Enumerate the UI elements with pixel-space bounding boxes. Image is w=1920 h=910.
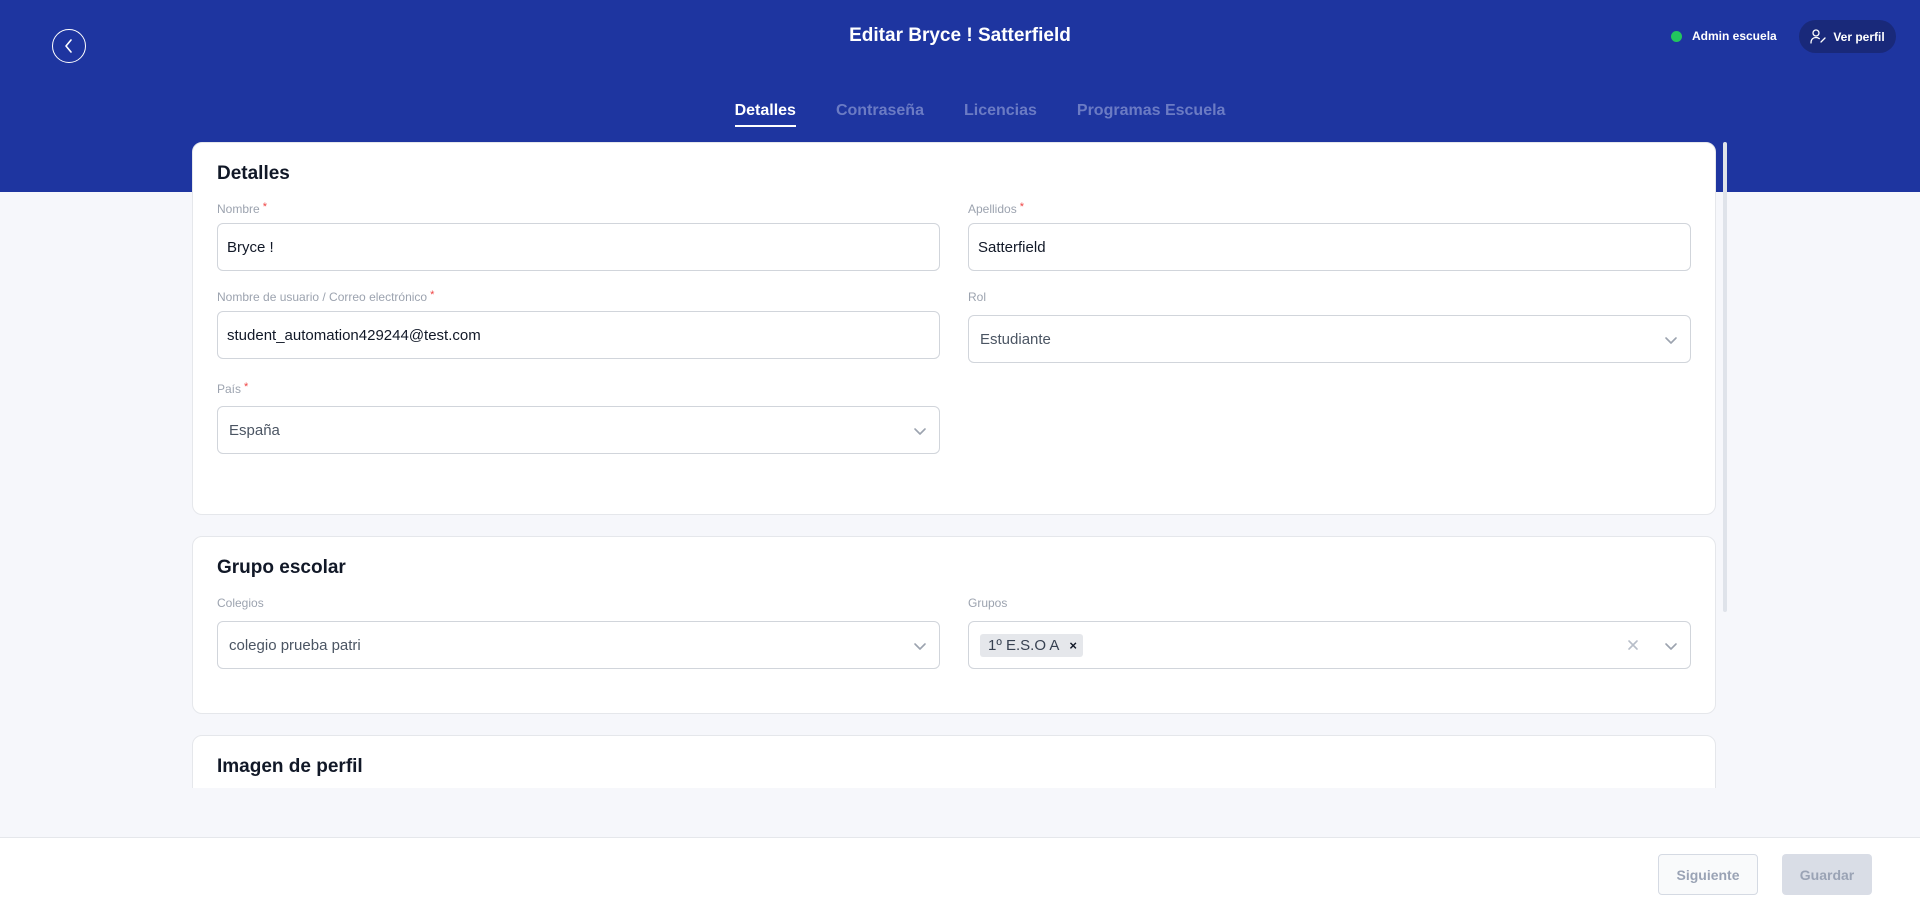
pais-label: País *: [217, 381, 249, 396]
page-title: Editar Bryce ! Satterfield: [849, 25, 1071, 46]
chip-remove-icon[interactable]: ×: [1069, 638, 1077, 653]
nombre-label: Nombre *: [217, 201, 267, 216]
clear-icon[interactable]: [1626, 638, 1640, 652]
apellidos-input[interactable]: Satterfield: [968, 223, 1691, 271]
tab-contrasena[interactable]: Contraseña: [836, 102, 924, 127]
details-card: Detalles Nombre * Bryce ! Apellidos * Satt…: [192, 142, 1716, 515]
grupos-multiselect[interactable]: 1º E.S.O A ×: [968, 621, 1691, 669]
details-card-title: Detalles: [217, 163, 290, 184]
tab-licencias[interactable]: Licencias: [964, 102, 1037, 127]
usuario-label: Nombre de usuario / Correo electrónico *: [217, 289, 435, 304]
chevron-down-icon: [914, 428, 926, 435]
profile-image-title: Imagen de perfil: [217, 756, 363, 777]
apellidos-label: Apellidos *: [968, 201, 1024, 216]
tabs: Detalles Contraseña Licencias Programas …: [0, 102, 1920, 127]
view-profile-button[interactable]: Ver perfil: [1799, 20, 1896, 53]
group-chip: 1º E.S.O A ×: [980, 633, 1083, 657]
tab-detalles[interactable]: Detalles: [734, 102, 796, 127]
view-profile-label: Ver perfil: [1833, 29, 1885, 44]
school-group-title: Grupo escolar: [217, 557, 346, 578]
colegios-select[interactable]: colegio prueba patri: [217, 621, 940, 669]
nombre-input[interactable]: Bryce !: [217, 223, 940, 271]
status-label: Admin escuela: [1692, 29, 1777, 43]
profile-image-card: Imagen de perfil: [192, 735, 1716, 788]
user-status: Admin escuela: [1671, 29, 1777, 43]
pais-value: España: [229, 421, 280, 439]
grupos-label: Grupos: [968, 596, 1008, 610]
chevron-down-icon: [1665, 337, 1677, 344]
user-edit-icon: [1810, 29, 1826, 44]
chevron-down-icon: [914, 643, 926, 650]
colegios-value: colegio prueba patri: [229, 636, 361, 654]
required-mark: *: [430, 289, 435, 301]
content-scroll-area: Detalles Nombre * Bryce ! Apellidos * Satt…: [0, 142, 1920, 788]
required-mark: *: [262, 201, 267, 213]
colegios-label: Colegios: [217, 596, 264, 610]
required-mark: *: [1019, 201, 1024, 213]
chevron-down-icon: [1665, 643, 1677, 650]
rol-label: Rol: [968, 290, 987, 304]
rol-select[interactable]: Estudiante: [968, 315, 1691, 363]
nombre-label-text: Nombre: [217, 202, 260, 216]
next-button[interactable]: Siguiente: [1658, 854, 1758, 895]
email-input[interactable]: student_automation429244@test.com: [217, 311, 940, 359]
apellidos-label-text: Apellidos: [968, 202, 1017, 216]
group-chip-label: 1º E.S.O A: [988, 636, 1060, 654]
usuario-label-text: Nombre de usuario / Correo electrónico: [217, 290, 428, 304]
footer-bar: Siguiente Guardar: [0, 837, 1920, 910]
status-dot: [1671, 30, 1682, 42]
pais-select[interactable]: España: [217, 406, 940, 454]
required-mark: *: [244, 381, 249, 393]
tab-programas-escuela[interactable]: Programas Escuela: [1077, 102, 1226, 127]
save-button[interactable]: Guardar: [1782, 854, 1872, 895]
rol-value: Estudiante: [980, 330, 1051, 348]
school-group-card: Grupo escolar Colegios colegio prueba pa…: [192, 536, 1716, 714]
scrollbar[interactable]: [1723, 142, 1727, 612]
pais-label-text: País: [217, 382, 242, 396]
